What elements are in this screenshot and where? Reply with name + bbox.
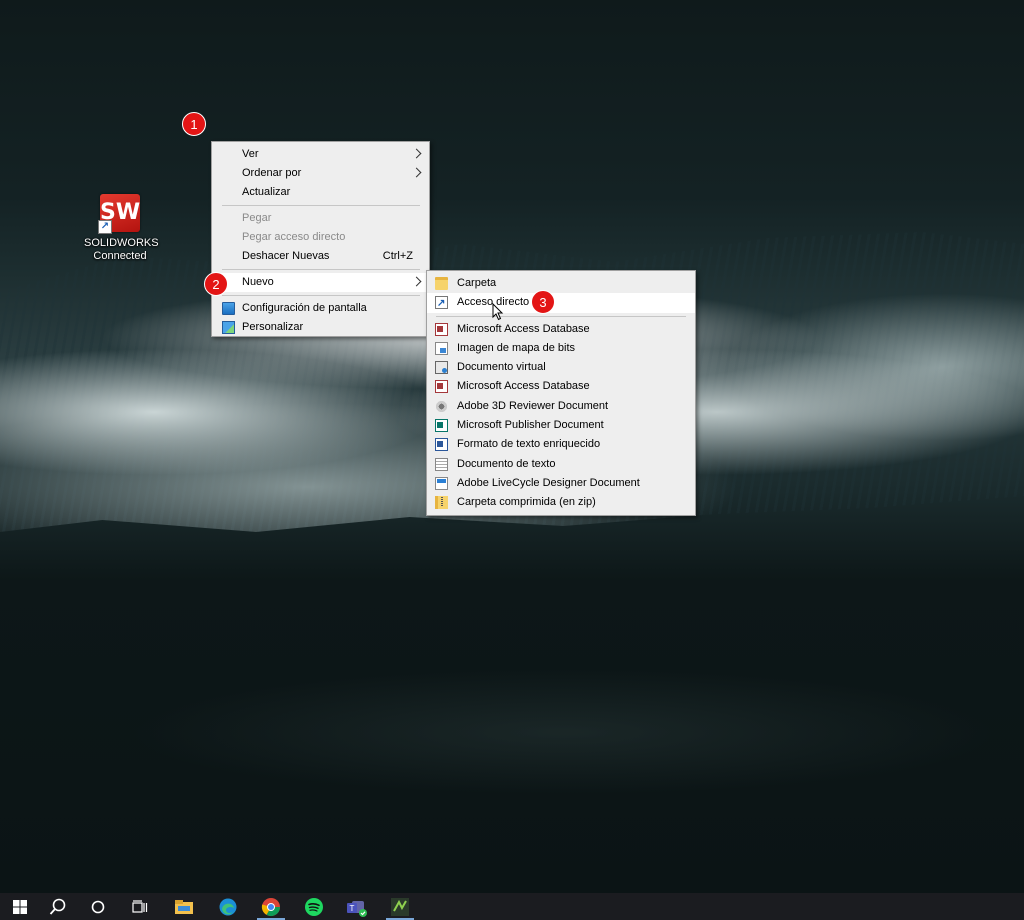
- menu-item-configuracion-pantalla[interactable]: Configuración de pantalla: [212, 299, 429, 318]
- submenu-item-label: Formato de texto enriquecido: [457, 438, 601, 451]
- submenu-item-label: Documento virtual: [457, 361, 546, 374]
- submenu-item-bitmap[interactable]: Imagen de mapa de bits: [427, 339, 695, 358]
- submenu-item-livecycle[interactable]: Adobe LiveCycle Designer Document: [427, 474, 695, 493]
- menu-item-deshacer-nuevas[interactable]: Deshacer Nuevas Ctrl+Z: [212, 247, 429, 266]
- menu-item-ordenar-por[interactable]: Ordenar por: [212, 164, 429, 183]
- submenu-item-label: Carpeta: [457, 277, 497, 289]
- windows-start-icon[interactable]: [0, 893, 40, 920]
- access-icon: [435, 380, 448, 394]
- menu-item-label: Ordenar por: [242, 167, 302, 179]
- step-badge-1: 1: [182, 112, 206, 136]
- teams-icon[interactable]: T: [337, 893, 377, 920]
- submenu-item-label: Carpeta comprimida (en zip): [457, 496, 596, 509]
- menu-item-label: Configuración de pantalla: [242, 302, 367, 314]
- submenu-item-access-database-2[interactable]: Microsoft Access Database: [427, 377, 695, 396]
- menu-item-label: Actualizar: [242, 186, 291, 198]
- desktop-icon-solidworks[interactable]: SW ↗ SOLIDWORKS Connected: [84, 194, 159, 263]
- virtual-disk-icon: [435, 361, 448, 375]
- chrome-icon[interactable]: [251, 893, 291, 920]
- menu-item-pegar: Pegar: [212, 209, 429, 228]
- submenu-item-label: Imagen de mapa de bits: [457, 341, 576, 354]
- submenu-item-carpeta-zip[interactable]: Carpeta comprimida (en zip): [427, 493, 695, 512]
- new-submenu: Carpeta Acceso directo Microsoft Access …: [426, 270, 696, 516]
- shortcut-icon: [435, 294, 448, 313]
- access-icon: [435, 322, 448, 336]
- menu-item-label: Pegar: [242, 212, 272, 224]
- submenu-item-access-database[interactable]: Microsoft Access Database: [427, 320, 695, 339]
- text-document-icon: [435, 457, 448, 471]
- file-explorer-icon[interactable]: [164, 893, 204, 920]
- menu-item-label: Deshacer Nuevas: [242, 250, 330, 262]
- task-view-icon[interactable]: [120, 893, 160, 920]
- desktop-context-menu: Ver Ordenar por Actualizar Pegar Pegar a…: [211, 141, 430, 337]
- step-badge-2: 2: [204, 272, 228, 296]
- menu-item-label: Nuevo: [242, 276, 274, 288]
- submenu-item-publisher[interactable]: Microsoft Publisher Document: [427, 416, 695, 435]
- edge-icon[interactable]: [208, 893, 248, 920]
- solidworks-icon: SW ↗: [98, 194, 140, 234]
- submenu-item-acceso-directo[interactable]: Acceso directo: [427, 293, 695, 313]
- menu-separator: [222, 205, 420, 206]
- submenu-item-3d-reviewer[interactable]: Adobe 3D Reviewer Document: [427, 397, 695, 416]
- menu-item-actualizar[interactable]: Actualizar: [212, 183, 429, 202]
- folder-icon: [435, 277, 448, 290]
- cortana-icon[interactable]: [78, 893, 118, 920]
- submenu-item-label: Documento de texto: [457, 457, 556, 470]
- desktop-icon-label-line2: Connected: [93, 250, 147, 262]
- taskbar: T: [0, 893, 1024, 920]
- personalize-icon: [222, 321, 235, 334]
- submenu-item-label: Adobe LiveCycle Designer Document: [457, 476, 640, 489]
- menu-separator: [222, 295, 420, 296]
- submenu-item-label: Microsoft Publisher Document: [457, 419, 604, 432]
- chevron-right-icon: [411, 167, 422, 178]
- spotify-icon[interactable]: [294, 893, 334, 920]
- bitmap-icon: [435, 341, 448, 355]
- publisher-icon: [435, 419, 448, 433]
- submenu-item-documento-virtual[interactable]: Documento virtual: [427, 358, 695, 377]
- chevron-right-icon: [411, 148, 422, 159]
- zip-folder-icon: [435, 496, 448, 510]
- menu-item-label: Pegar acceso directo: [242, 231, 346, 243]
- shortcut-arrow-icon: ↗: [98, 220, 112, 234]
- livecycle-icon: [435, 476, 448, 490]
- chevron-right-icon: [411, 276, 422, 287]
- 3d-reviewer-icon: [435, 399, 448, 413]
- menu-item-personalizar[interactable]: Personalizar: [212, 318, 429, 337]
- submenu-item-label: Adobe 3D Reviewer Document: [457, 399, 609, 412]
- mouse-cursor-icon: [492, 303, 504, 321]
- desktop-background[interactable]: SW ↗ SOLIDWORKS Connected Ver Ordenar po…: [0, 0, 1024, 893]
- submenu-item-label: Microsoft Access Database: [457, 380, 590, 393]
- desktop-icon-label-line1: SOLIDWORKS: [84, 237, 159, 249]
- menu-item-label: Personalizar: [242, 321, 304, 333]
- svg-text:T: T: [350, 904, 355, 913]
- submenu-item-rtf[interactable]: Formato de texto enriquecido: [427, 435, 695, 454]
- menu-item-ver[interactable]: Ver: [212, 145, 429, 164]
- search-icon[interactable]: [38, 893, 78, 920]
- rtf-icon: [435, 438, 448, 452]
- menu-separator: [436, 315, 686, 317]
- menu-item-shortcut: Ctrl+Z: [382, 250, 413, 262]
- submenu-item-documento-texto[interactable]: Documento de texto: [427, 455, 695, 474]
- menu-item-pegar-acceso-directo: Pegar acceso directo: [212, 228, 429, 247]
- menu-separator: [222, 269, 420, 270]
- submenu-item-label: Microsoft Access Database: [457, 322, 590, 335]
- step-badge-3: 3: [531, 290, 555, 314]
- desktop-icon-label: SOLIDWORKS Connected: [84, 237, 159, 263]
- display-settings-icon: [222, 302, 235, 315]
- menu-item-label: Ver: [242, 148, 259, 160]
- menu-item-nuevo[interactable]: Nuevo: [212, 273, 429, 292]
- submenu-item-carpeta[interactable]: Carpeta: [427, 274, 695, 293]
- app-icon[interactable]: [380, 893, 420, 920]
